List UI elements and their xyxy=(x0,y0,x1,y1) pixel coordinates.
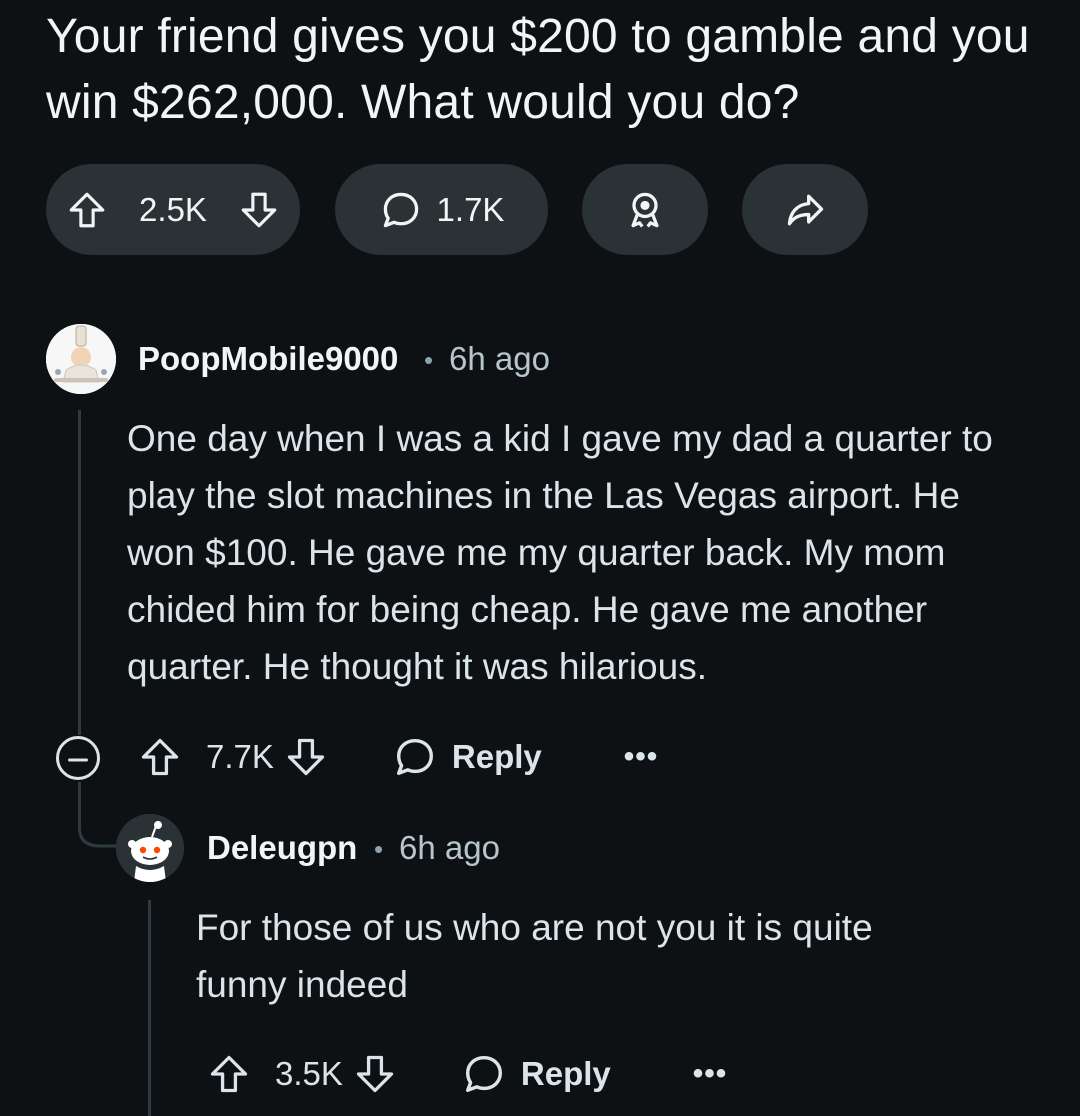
collapse-button[interactable] xyxy=(56,736,100,780)
post-title: Your friend gives you $200 to gamble and… xyxy=(46,10,1030,129)
comment-icon xyxy=(379,188,423,232)
meta-separator: • xyxy=(374,834,384,864)
award-button[interactable] xyxy=(582,164,708,255)
comment-author[interactable]: PoopMobile9000 xyxy=(138,340,398,378)
comments-button[interactable]: 1.7K xyxy=(335,164,548,255)
comment-body: One day when I was a kid I gave my dad a… xyxy=(127,418,993,687)
thread-line[interactable] xyxy=(148,900,151,1116)
downvote-icon[interactable] xyxy=(284,735,328,779)
reply-label: Reply xyxy=(451,738,542,775)
upvote-icon[interactable] xyxy=(66,189,108,231)
comment-vote-count: 3.5K xyxy=(275,1055,343,1092)
share-button[interactable] xyxy=(742,164,868,255)
downvote-icon[interactable] xyxy=(353,1052,397,1096)
comment-author[interactable]: Deleugpn xyxy=(207,829,357,867)
comment-count: 1.7K xyxy=(436,190,505,228)
thread-connector xyxy=(78,800,120,848)
comment-timestamp: 6h ago xyxy=(399,829,500,866)
upvote-icon[interactable] xyxy=(207,1052,251,1096)
downvote-icon[interactable] xyxy=(238,189,280,231)
comment-timestamp: 6h ago xyxy=(449,340,550,377)
comment-action-bar: 3.5K Reply ••• xyxy=(207,1051,727,1097)
comment-icon xyxy=(392,734,438,780)
comment-icon xyxy=(461,1051,507,1097)
more-icon[interactable]: ••• xyxy=(624,740,659,774)
meta-separator: • xyxy=(424,345,434,375)
reply-button[interactable]: Reply xyxy=(392,734,542,780)
more-icon[interactable]: ••• xyxy=(693,1057,728,1091)
avatar[interactable] xyxy=(116,814,184,882)
share-icon xyxy=(783,188,827,232)
comment-vote-count: 7.7K xyxy=(206,738,274,775)
comment-body: For those of us who are not you it is qu… xyxy=(196,907,873,1005)
reply-button[interactable]: Reply xyxy=(461,1051,611,1097)
upvote-icon[interactable] xyxy=(138,735,182,779)
avatar[interactable] xyxy=(46,324,116,394)
post-vote-count: 2.5K xyxy=(139,190,207,228)
collapse-icon xyxy=(68,749,88,767)
post-vote-bar: 2.5K xyxy=(46,164,300,255)
thread-line[interactable] xyxy=(78,410,81,735)
award-icon xyxy=(623,188,667,232)
comment-action-bar: 7.7K Reply ••• xyxy=(138,734,658,780)
reply-label: Reply xyxy=(520,1055,611,1092)
